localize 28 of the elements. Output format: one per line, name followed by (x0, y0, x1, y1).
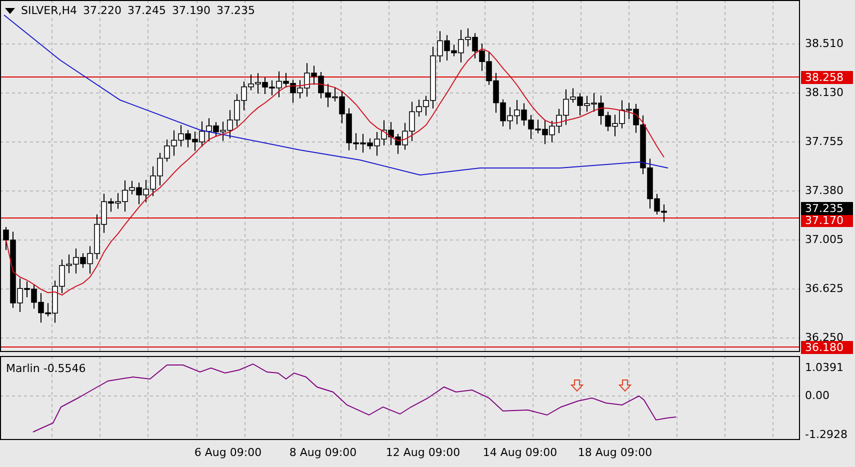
time-label: 12 Aug 09:00 (386, 446, 460, 459)
price-tick: 38.510 (805, 37, 844, 50)
time-label: 8 Aug 09:00 (289, 446, 357, 459)
indicator-tick: 1.0391 (805, 361, 844, 374)
indicator-label: Marlin -0.5546 (6, 362, 86, 375)
current-price-label: 37.235 (801, 202, 853, 215)
indicator-tick: -1.2928 (805, 428, 848, 441)
time-label: 14 Aug 09:00 (482, 446, 558, 459)
price-tick: 36.625 (805, 282, 844, 295)
triangle-icon (5, 8, 15, 14)
price-tick: 37.755 (805, 135, 844, 148)
symbol-label: SILVER,H4 (21, 4, 78, 17)
price-value: 37.220 (83, 4, 122, 17)
indicator-tick: 0.00 (805, 389, 830, 402)
time-label: 18 Aug 09:00 (578, 446, 652, 459)
level-price-label: 38.258 (801, 71, 853, 84)
down-arrow-icon (618, 380, 632, 392)
time-label: 6 Aug 09:00 (194, 446, 262, 459)
price-value: 37.235 (216, 4, 256, 17)
price-tick: 37.380 (805, 184, 844, 197)
level-price-label: 37.170 (801, 214, 853, 227)
price-value: 37.245 (128, 4, 166, 17)
price-tick: 38.130 (805, 86, 844, 99)
price-value: 37.190 (172, 4, 211, 17)
down-arrow-icon (570, 380, 584, 392)
price-tick: 36.250 (805, 331, 844, 344)
level-price-label: 36.180 (801, 341, 853, 354)
price-tick: 37.005 (805, 233, 844, 246)
